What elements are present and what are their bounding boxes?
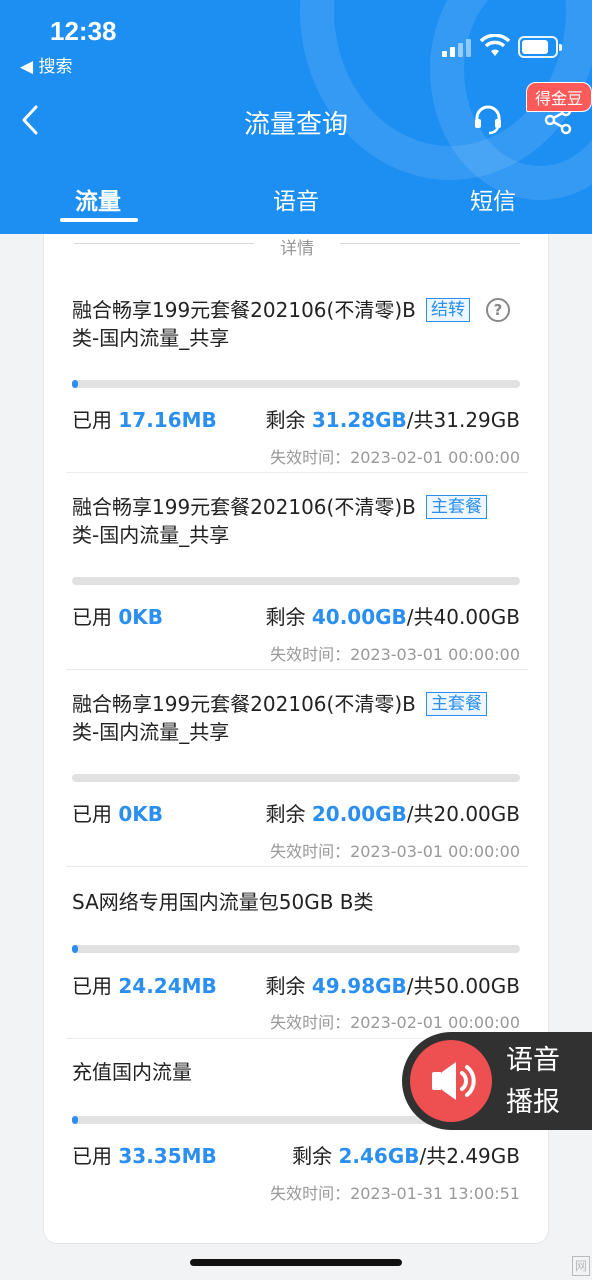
expire-time: 失效时间：2023-03-01 00:00:00: [270, 842, 520, 861]
tab-bar: 流量 语音 短信: [0, 170, 592, 234]
remain-label: 剩余: [292, 1144, 333, 1168]
status-bar: 12:38 ◀ 搜索: [0, 0, 592, 84]
tab-voice[interactable]: 语音: [236, 182, 356, 216]
used-value: 33.35MB: [118, 1144, 217, 1168]
usage-row: 已用 24.24MB 剩余 49.98GB/共50.00GB: [72, 970, 520, 998]
speaker-icon-circle: [410, 1040, 492, 1122]
total-value: /共50.00GB: [406, 974, 520, 998]
back-to-app-link[interactable]: ◀ 搜索: [20, 52, 72, 77]
voice-label-line2: 播报: [506, 1087, 560, 1118]
usage-progress-bar: [72, 577, 520, 585]
usage-row: 已用 0KB 剩余 20.00GB/共20.00GB: [72, 798, 520, 826]
package-name: 融合畅享199元套餐202106(不清零)B类-国内流量_共享: [72, 692, 416, 744]
expire-time: 失效时间：2023-02-01 00:00:00: [270, 1013, 520, 1032]
voice-broadcast-label: 语音 播报: [506, 1040, 560, 1124]
total-value: /共40.00GB: [406, 605, 520, 629]
package-name: 融合畅享199元套餐202106(不清零)B类-国内流量_共享: [72, 495, 416, 547]
voice-broadcast-button[interactable]: 语音 播报: [402, 1032, 592, 1130]
tab-active-indicator: [60, 218, 138, 222]
remain-label: 剩余: [265, 605, 306, 629]
usage-row: 已用 0KB 剩余 40.00GB/共40.00GB: [72, 601, 520, 629]
package-tag: 主套餐: [426, 692, 487, 716]
corner-watermark: 网: [572, 1256, 590, 1276]
used-value: 0KB: [118, 802, 164, 826]
used-value: 17.16MB: [118, 408, 217, 432]
package-name: SA网络专用国内流量包50GB B类: [72, 890, 374, 914]
expire-time: 失效时间：2023-02-01 00:00:00: [270, 448, 520, 467]
remain-value: 49.98GB: [311, 974, 407, 998]
used-label: 已用: [72, 408, 112, 432]
status-time: 12:38: [50, 16, 117, 46]
header: 12:38 ◀ 搜索 流量查询 得金豆 流量 语音 短信: [0, 0, 592, 234]
expire-time: 失效时间：2023-03-01 00:00:00: [270, 645, 520, 664]
expire-time: 失效时间：2023-01-31 13:00:51: [270, 1184, 520, 1203]
used-label: 已用: [72, 802, 112, 826]
divider: [66, 669, 528, 670]
section-header: 详情: [74, 234, 520, 259]
usage-progress-bar: [72, 774, 520, 782]
tab-data[interactable]: 流量: [38, 182, 158, 216]
divider: [66, 866, 528, 867]
customer-service-icon[interactable]: [472, 104, 504, 136]
help-icon[interactable]: ?: [486, 298, 510, 322]
package-tag: 主套餐: [426, 495, 487, 519]
package-name: 融合畅享199元套餐202106(不清零)B类-国内流量_共享: [72, 298, 416, 350]
used-label: 已用: [72, 605, 112, 629]
total-value: /共20.00GB: [406, 802, 520, 826]
remain-label: 剩余: [265, 408, 306, 432]
used-label: 已用: [72, 1144, 112, 1168]
remain-value: 31.28GB: [311, 408, 407, 432]
signal-icon: [442, 37, 472, 57]
home-indicator[interactable]: [190, 1259, 402, 1266]
coin-reward-badge[interactable]: 得金豆: [526, 82, 592, 112]
remain-value: 40.00GB: [311, 605, 407, 629]
tab-sms[interactable]: 短信: [433, 182, 553, 216]
package-name: 充值国内流量: [72, 1060, 192, 1084]
package-tag: 结转: [426, 298, 470, 322]
usage-row: 已用 33.35MB 剩余 2.46GB/共2.49GB: [72, 1140, 520, 1168]
wifi-icon: [480, 34, 510, 56]
used-value: 24.24MB: [118, 974, 217, 998]
usage-progress-bar: [72, 945, 520, 953]
remain-label: 剩余: [265, 974, 306, 998]
speaker-icon: [432, 1062, 476, 1100]
usage-progress-bar: [72, 380, 520, 388]
usage-row: 已用 17.16MB 剩余 31.28GB/共31.29GB: [72, 404, 520, 432]
total-value: /共2.49GB: [419, 1144, 521, 1168]
divider: [66, 472, 528, 473]
section-title: 详情: [280, 239, 314, 259]
remain-value: 20.00GB: [311, 802, 407, 826]
used-label: 已用: [72, 974, 112, 998]
remain-value: 2.46GB: [338, 1144, 420, 1168]
used-value: 0KB: [118, 605, 164, 629]
nav-bar: 流量查询: [0, 90, 592, 150]
battery-icon: [518, 36, 562, 58]
remain-label: 剩余: [265, 802, 306, 826]
total-value: /共31.29GB: [406, 408, 520, 432]
voice-label-line1: 语音: [506, 1045, 560, 1076]
